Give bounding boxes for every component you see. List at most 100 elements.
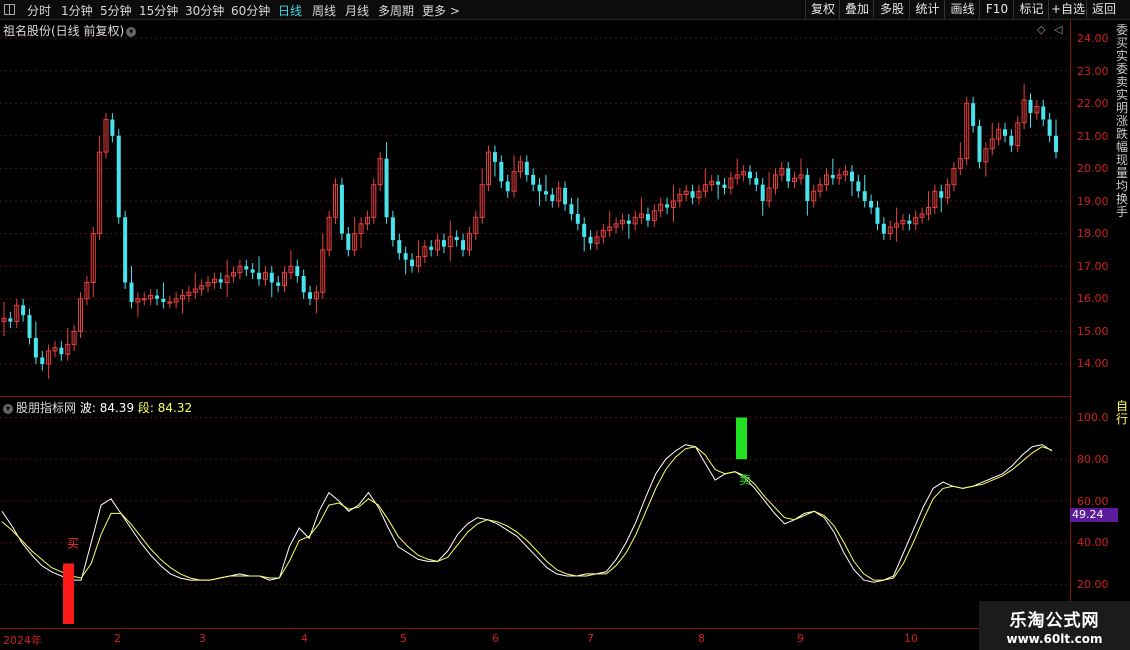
candle-body <box>977 126 982 162</box>
candle-body <box>250 269 255 273</box>
candle-body <box>1028 99 1033 113</box>
candle-body <box>582 223 587 237</box>
candle-body <box>8 318 13 322</box>
candle-body <box>830 174 835 179</box>
indicator-axis-label: 100.0 <box>1077 411 1109 424</box>
candle-body <box>550 194 555 201</box>
candle-body <box>499 161 504 182</box>
date-label: 2 <box>114 632 121 645</box>
candle-body <box>257 272 262 280</box>
candle-body <box>339 184 344 234</box>
price-label: 20.00 <box>1077 162 1109 175</box>
candle-body <box>129 282 134 303</box>
candle-body <box>269 272 274 283</box>
candle-body <box>563 187 568 205</box>
date-label: 3 <box>199 632 206 645</box>
indicator-axis-label: 80.00 <box>1077 453 1109 466</box>
candle-body <box>881 223 886 234</box>
candle-body <box>505 181 510 192</box>
candle-body <box>588 236 593 244</box>
buy-signal-bar <box>63 563 74 624</box>
date-label: 5 <box>400 632 407 645</box>
candle-body <box>410 259 415 267</box>
candle-body <box>690 191 695 198</box>
watermark-url: www.60lt.com <box>1006 632 1103 646</box>
candle-body <box>167 301 173 304</box>
candle-body <box>524 161 529 175</box>
indicator-axis-label: 60.00 <box>1077 495 1109 508</box>
candle-body <box>531 174 536 185</box>
candle-body <box>161 298 166 303</box>
candle-body <box>244 266 249 270</box>
date-label: 9 <box>797 632 804 645</box>
indicator-axis-label: 20.00 <box>1077 578 1109 591</box>
candle-body <box>59 347 64 355</box>
candle-body <box>141 298 147 301</box>
date-label: 6 <box>492 632 499 645</box>
candle-body <box>301 275 306 293</box>
candle-body <box>856 181 861 192</box>
candle-body <box>295 266 300 276</box>
watermark: 乐淘公式网 www.60lt.com <box>979 601 1130 650</box>
candle-body <box>346 233 351 250</box>
quote-panel-bottom: 自行 <box>1116 400 1129 426</box>
date-label: 4 <box>301 632 308 645</box>
candle-body <box>1047 119 1052 136</box>
candle-body <box>754 178 759 185</box>
buy-signal-label: 买 <box>67 536 79 550</box>
candle-body <box>1041 106 1046 120</box>
candle-body <box>155 295 160 299</box>
price-label: 24.00 <box>1077 32 1109 45</box>
candle-body <box>123 217 128 283</box>
candle-body <box>537 184 542 192</box>
candle-body <box>390 217 395 241</box>
candle-body <box>869 201 874 208</box>
candle-body <box>1054 135 1058 153</box>
date-label: 10 <box>904 632 918 645</box>
candle-body <box>218 279 223 283</box>
axis-divider <box>1070 20 1071 630</box>
candle-body <box>276 282 281 286</box>
back-button[interactable]: 返回 <box>1086 0 1121 19</box>
date-label: 7 <box>587 632 594 645</box>
candle-body <box>665 204 670 208</box>
candle-body <box>722 184 727 188</box>
indicator-axis-label: 40.00 <box>1077 536 1109 549</box>
candle-body <box>626 220 631 224</box>
chart-canvas[interactable]: 买卖 <box>0 0 1070 630</box>
candle-body <box>110 119 115 136</box>
candle-body <box>543 191 548 195</box>
candle-body <box>40 357 45 364</box>
price-label: 14.00 <box>1077 357 1109 370</box>
sell-signal-bar <box>736 417 747 460</box>
candle-body <box>875 207 880 224</box>
candle-body <box>429 246 434 250</box>
price-label: 22.00 <box>1077 97 1109 110</box>
candle-body <box>397 240 402 254</box>
candle-body <box>1002 129 1007 136</box>
candle-body <box>862 191 867 201</box>
candle-body <box>575 214 580 224</box>
wave-line <box>1 444 1053 583</box>
candle-body <box>308 292 313 299</box>
candle-body <box>1009 135 1014 146</box>
candle-body <box>21 305 26 316</box>
candle-body <box>805 174 810 201</box>
candle-body <box>907 220 912 224</box>
price-label: 18.00 <box>1077 227 1109 240</box>
candle-body <box>461 240 466 250</box>
price-label: 15.00 <box>1077 325 1109 338</box>
candle-body <box>403 253 408 260</box>
price-label: 19.00 <box>1077 195 1109 208</box>
candle-body <box>492 152 497 162</box>
price-label: 16.00 <box>1077 292 1109 305</box>
candle-body <box>569 204 574 215</box>
candle-body <box>454 236 459 241</box>
candle-body <box>116 135 121 218</box>
candle-body <box>786 168 791 182</box>
candle-body <box>27 315 32 338</box>
candle-body <box>849 171 854 182</box>
current-value-tag: 49.24 <box>1070 508 1118 522</box>
candle-body <box>384 158 389 218</box>
segment-line <box>1 446 1053 581</box>
